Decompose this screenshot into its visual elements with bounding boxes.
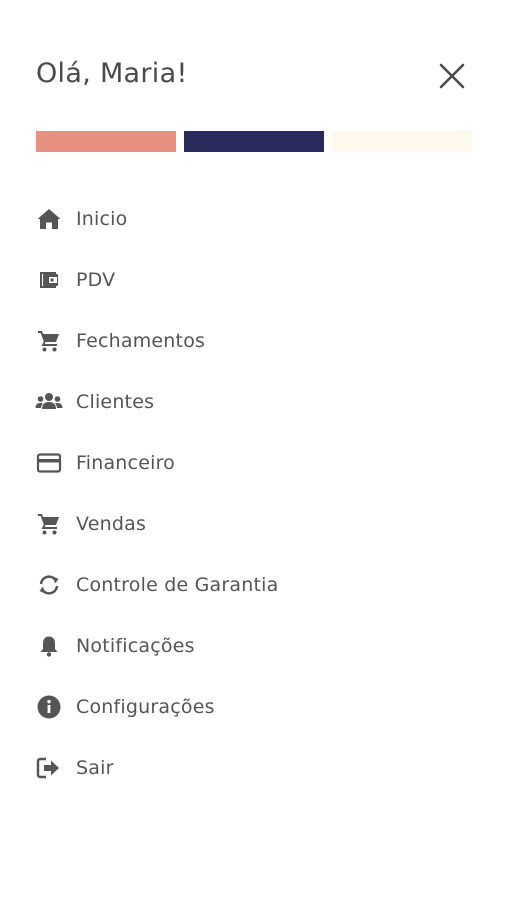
bell-icon [34,631,64,661]
menu-item-configuracoes[interactable]: Configurações [34,676,474,737]
credit-card-icon [34,448,64,478]
navigation-drawer: Olá, Maria! Inicio PDV Fechamentos Clien… [0,0,506,900]
info-icon [34,692,64,722]
menu-item-label: Vendas [76,512,147,535]
menu-item-notificacoes[interactable]: Notificações [34,615,474,676]
menu-item-label: Fechamentos [76,329,206,352]
menu-item-label: Configurações [76,695,215,718]
brand-stripe-navy [184,131,324,152]
cart-icon [34,326,64,356]
users-icon [34,387,64,417]
cart-icon [34,509,64,539]
menu-item-label: Financeiro [76,451,175,474]
menu-item-sair[interactable]: Sair [34,737,474,798]
wallet-icon [34,265,64,295]
brand-color-stripes [36,131,472,152]
menu-item-fechamentos[interactable]: Fechamentos [34,310,474,371]
close-button[interactable] [436,62,468,94]
menu-item-pdv[interactable]: PDV [34,249,474,310]
menu-item-label: Inicio [76,207,128,230]
menu-item-label: Controle de Garantia [76,573,279,596]
side-menu: Inicio PDV Fechamentos Clientes Financei… [34,188,474,798]
home-icon [34,204,64,234]
menu-item-inicio[interactable]: Inicio [34,188,474,249]
menu-item-label: Notificações [76,634,195,657]
menu-item-controle-de-garantia[interactable]: Controle de Garantia [34,554,474,615]
brand-stripe-salmon [36,131,176,152]
menu-item-label: PDV [76,268,116,291]
menu-item-vendas[interactable]: Vendas [34,493,474,554]
greeting-title: Olá, Maria! [36,58,188,89]
sync-icon [34,570,64,600]
menu-item-label: Sair [76,756,114,779]
close-icon [438,62,466,94]
menu-item-label: Clientes [76,390,155,413]
brand-stripe-cream [332,131,472,152]
menu-item-financeiro[interactable]: Financeiro [34,432,474,493]
logout-icon [34,753,64,783]
menu-item-clientes[interactable]: Clientes [34,371,474,432]
